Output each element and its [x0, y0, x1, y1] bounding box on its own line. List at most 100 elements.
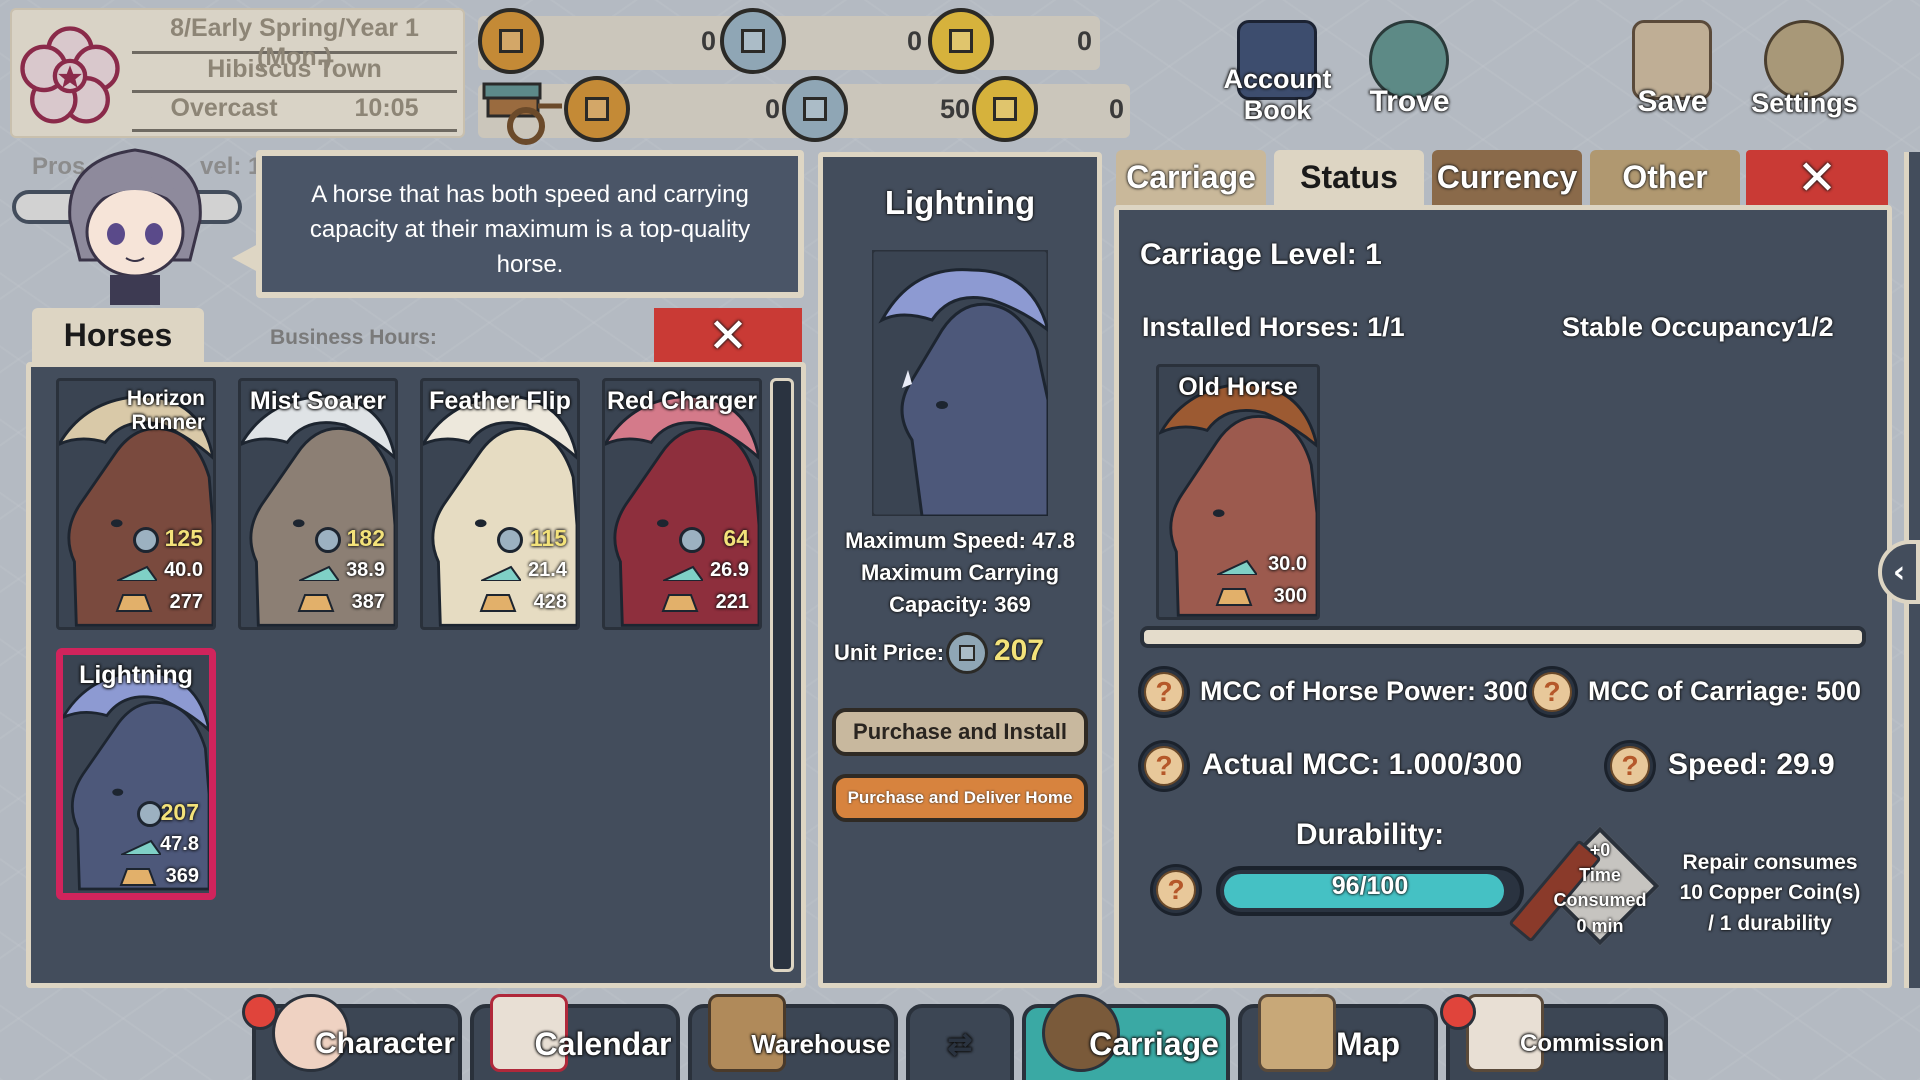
horse-portrait: [63, 670, 209, 891]
weather-label: Overcast: [170, 94, 278, 122]
capacity-icon: [297, 594, 335, 612]
horse-card[interactable]: Lightning 207 47.8 369: [56, 648, 216, 900]
horse-card[interactable]: Mist Soarer 182 38.9 387: [238, 378, 398, 630]
save-button[interactable]: Save: [1620, 14, 1725, 119]
horse-capacity: 387: [351, 591, 385, 613]
unit-price-label: Unit Price:: [834, 640, 945, 665]
horse-card[interactable]: Horizon Runner 125 40.0 277: [56, 378, 216, 630]
question-mark-icon: ?: [1144, 746, 1184, 786]
horse-capacity: 221: [715, 591, 749, 613]
carriage-copper-count: 0: [764, 94, 780, 124]
mcc-carriage-help-button[interactable]: ?: [1526, 666, 1578, 718]
speed-icon: [1217, 559, 1257, 575]
trove-button[interactable]: Trove: [1357, 14, 1462, 119]
tab-currency[interactable]: Currency: [1432, 150, 1582, 205]
horse-price: 64: [723, 525, 749, 551]
stable-divider-bar: [1140, 626, 1866, 648]
carriage-gold-count: 0: [1108, 94, 1124, 124]
account-book-button[interactable]: Account Book: [1224, 14, 1332, 126]
repair-button[interactable]: +0 Time Consumed 0 min: [1508, 826, 1660, 946]
capacity-icon: [661, 594, 699, 612]
close-icon: ✕: [707, 308, 749, 364]
settings-button[interactable]: Settings: [1751, 14, 1858, 119]
nav-commission[interactable]: Commission: [1446, 994, 1668, 1080]
nav-calendar[interactable]: Calendar: [470, 994, 680, 1080]
speed-help-button[interactable]: ?: [1604, 740, 1656, 792]
horse-capacity: 428: [533, 591, 567, 613]
silver-coin-icon: [137, 801, 163, 827]
silver-coin-icon: [133, 527, 159, 553]
weather-time-row: Overcast 10:05: [132, 94, 457, 132]
horse-capacity: 277: [169, 591, 203, 613]
question-mark-icon: ?: [1610, 746, 1650, 786]
speed-icon: [663, 565, 703, 581]
stable-occupancy: Stable Occupancy1/2: [1562, 312, 1834, 342]
purchase-deliver-button[interactable]: Purchase and Deliver Home: [832, 774, 1088, 822]
nav-carriage[interactable]: Carriage: [1022, 994, 1230, 1080]
unit-price-value: 207: [994, 634, 1045, 667]
question-mark-icon: ?: [1532, 672, 1572, 712]
speed-icon: [117, 565, 157, 581]
gold-coin-count: 0: [1076, 26, 1092, 56]
silver-coin-icon: [679, 527, 705, 553]
horse-card[interactable]: Red Charger 64 26.9 221: [602, 378, 762, 630]
horse-price: 125: [164, 525, 203, 551]
question-mark-icon: ?: [1156, 870, 1196, 910]
detail-horse-name: Lightning: [884, 184, 1036, 221]
town-label: Hibiscus Town: [132, 55, 457, 93]
horse-name: Red Charger: [606, 387, 758, 415]
copper-coin-icon: [478, 8, 544, 74]
tab-carriage[interactable]: Carriage: [1116, 150, 1266, 205]
capacity-icon: [115, 594, 153, 612]
installed-horse-card[interactable]: Old Horse 30.0 300: [1156, 364, 1320, 620]
silver-coin-icon: [315, 527, 341, 553]
detail-max-capacity-line2: Capacity: 369: [889, 592, 1031, 617]
horse-speed: 21.4: [528, 559, 567, 581]
carriage-level: Carriage Level: 1: [1140, 238, 1382, 271]
nav-map[interactable]: Map: [1238, 994, 1438, 1080]
durability-help-button[interactable]: ?: [1150, 864, 1202, 916]
detail-max-speed: Maximum Speed: 47.8: [845, 528, 1075, 553]
capacity-icon: [479, 594, 517, 612]
horse-card[interactable]: Feather Flip 115 21.4 428: [420, 378, 580, 630]
horse-list-scrollbar[interactable]: [770, 378, 794, 972]
carriage-copper-coin-icon: [564, 76, 630, 142]
installed-horse-capacity: 300: [1273, 585, 1307, 607]
capacity-icon: [1215, 588, 1253, 606]
character-avatar: [68, 148, 202, 305]
nav-character[interactable]: Character: [252, 994, 462, 1080]
actual-mcc: Actual MCC: 1.000/300: [1202, 748, 1523, 781]
mcc-carriage: MCC of Carriage: 500: [1588, 676, 1862, 706]
horse-name: Lightning: [79, 661, 193, 689]
speech-bubble-tail: [232, 244, 258, 272]
nav-swap[interactable]: ⇄: [906, 1004, 1014, 1080]
actual-mcc-help-button[interactable]: ?: [1138, 740, 1190, 792]
time-label: 10:05: [354, 94, 419, 122]
business-hours-label: Business Hours:: [270, 326, 437, 349]
horse-speed: 26.9: [710, 559, 749, 581]
horse-speed: 40.0: [164, 559, 203, 581]
close-horses-button[interactable]: ✕: [654, 308, 802, 364]
nav-warehouse[interactable]: Warehouse: [688, 994, 898, 1080]
installed-horses: Installed Horses: 1/1: [1142, 312, 1405, 342]
capacity-icon: [119, 868, 157, 886]
tab-other[interactable]: Other: [1590, 150, 1740, 205]
mcc-horse-power: MCC of Horse Power: 300: [1200, 676, 1529, 706]
repair-note: Repair consumes 10 Copper Coin(s) / 1 du…: [1679, 851, 1861, 935]
close-status-button[interactable]: ✕: [1746, 150, 1888, 206]
horse-price: 207: [160, 799, 199, 825]
tab-status[interactable]: Status: [1274, 150, 1424, 205]
repair-time-label: Time: [1579, 865, 1621, 886]
carriage-speed: Speed: 29.9: [1668, 748, 1835, 781]
purchase-install-button[interactable]: Purchase and Install: [832, 708, 1088, 756]
tab-horses[interactable]: Horses: [32, 308, 204, 363]
repair-consumed-label: Consumed: [1553, 890, 1647, 911]
mcc-horse-help-button[interactable]: ?: [1138, 666, 1190, 718]
unit-price-coin-icon: [946, 632, 988, 674]
silver-coin-icon: [497, 527, 523, 553]
horse-name: Feather Flip: [429, 387, 571, 415]
installed-horse-name: Old Horse: [1178, 373, 1298, 401]
commission-notification-dot: [1440, 994, 1476, 1030]
detail-max-capacity-line1: Maximum Carrying: [860, 560, 1060, 585]
hibiscus-emblem-icon: [20, 26, 120, 124]
